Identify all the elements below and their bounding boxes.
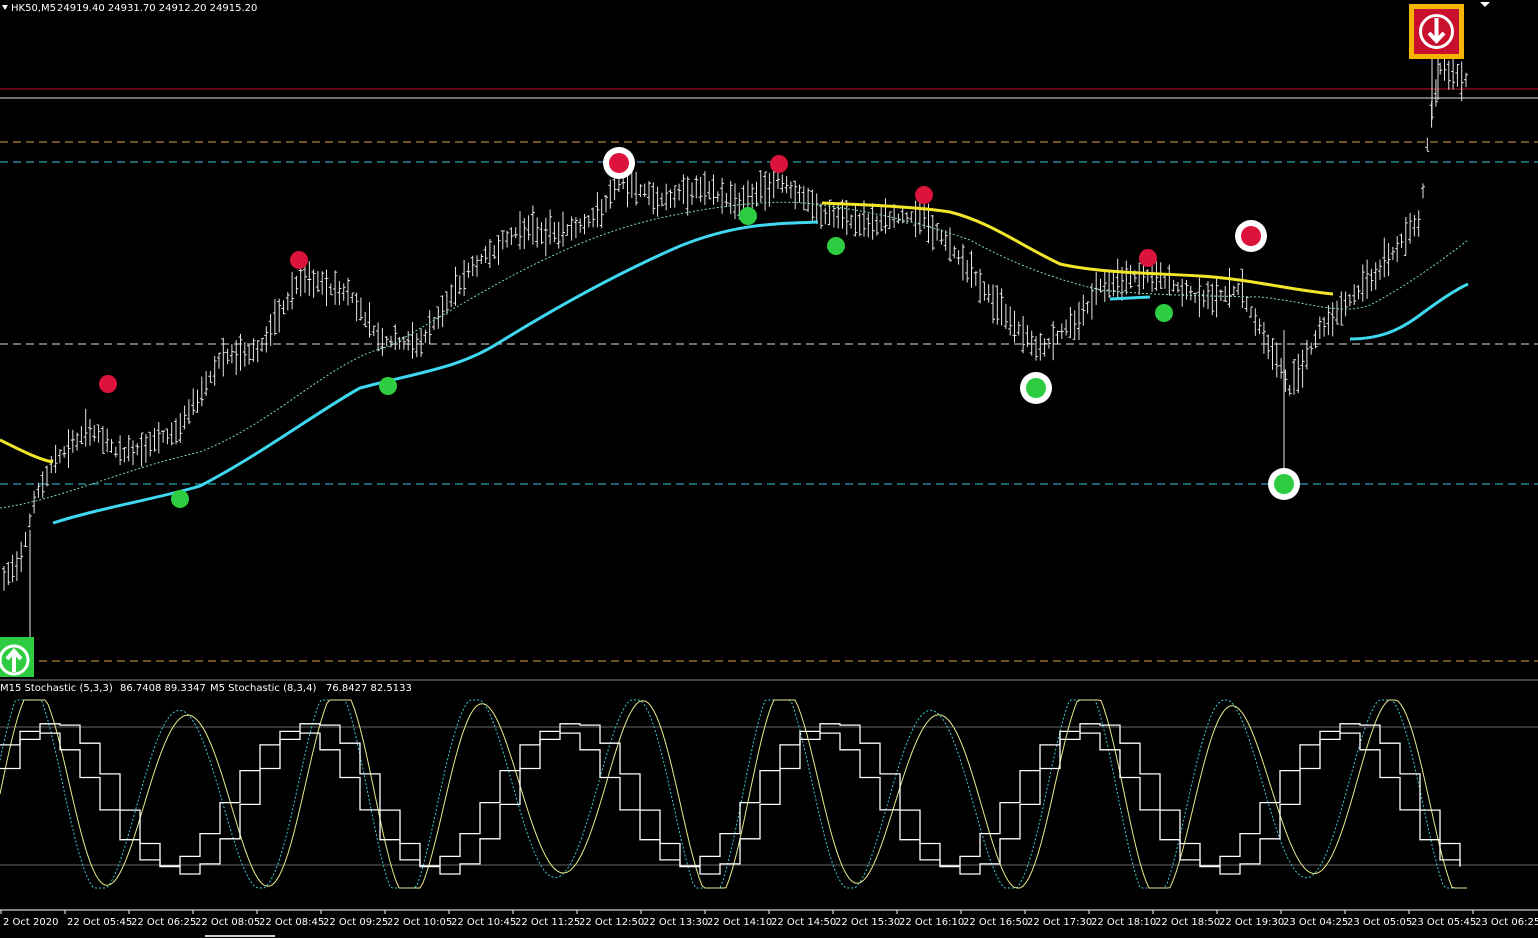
time-label: 22 Oct 14:50 xyxy=(771,917,836,928)
time-label: 22 Oct 05:45 xyxy=(67,917,132,928)
buy-signal-dot xyxy=(1155,304,1173,322)
ma-fast-cyan-seg2 xyxy=(1109,295,1151,301)
time-label: 22 Oct 15:30 xyxy=(835,917,900,928)
strong-sell-signal-core xyxy=(1241,226,1261,246)
stoch2-label: M5 Stochastic (8,3,4) xyxy=(210,683,316,694)
ohlc-readout: 24919.40 24931.70 24912.20 24915.20 xyxy=(57,3,257,14)
sell-signal-dot xyxy=(915,186,933,204)
trading-chart[interactable]: HK50,M5 24919.40 24931.70 24912.20 24915… xyxy=(0,0,1538,938)
time-label: 22 Oct 14:10 xyxy=(707,917,772,928)
buy-signal-dot xyxy=(827,237,845,255)
time-label: 22 Oct 18:10 xyxy=(1091,917,1156,928)
strong-buy-signal-core xyxy=(1026,378,1046,398)
time-label: 22 Oct 19:30 xyxy=(1219,917,1284,928)
strong-buy-signal-core xyxy=(1274,474,1294,494)
time-label: 22 Oct 13:30 xyxy=(643,917,708,928)
time-label: 22 Oct 09:25 xyxy=(323,917,388,928)
buy-signal-dot xyxy=(379,377,397,395)
time-label: 22 Oct 11:25 xyxy=(515,917,580,928)
sell-signal-dot xyxy=(1139,249,1157,267)
time-label: 22 Oct 10:05 xyxy=(387,917,452,928)
sell-signal-dot xyxy=(770,155,788,173)
time-label: 22 Oct 10:45 xyxy=(451,917,516,928)
buy-signal-dot xyxy=(171,490,189,508)
strong-sell-signal-core xyxy=(609,153,629,173)
time-label: 22 Oct 08:05 xyxy=(195,917,260,928)
sell-signal-dot xyxy=(290,251,308,269)
stoch2-values: 76.8427 82.5133 xyxy=(326,683,412,694)
stoch1-label: M15 Stochastic (5,3,3) xyxy=(0,683,113,694)
buy-arrow-box[interactable] xyxy=(0,637,34,677)
sell-arrow-box[interactable] xyxy=(1409,4,1464,59)
time-label: 23 Oct 05:05 xyxy=(1347,917,1412,928)
buy-signal-dot xyxy=(739,207,757,225)
sell-signal-dot xyxy=(99,375,117,393)
time-label: 22 Oct 16:50 xyxy=(963,917,1028,928)
time-label: 22 Oct 16:10 xyxy=(899,917,964,928)
symbol-label: HK50,M5 xyxy=(11,3,56,14)
time-label: 22 Oct 18:50 xyxy=(1155,917,1220,928)
time-label: 22 Oct 17:30 xyxy=(1027,917,1092,928)
stoch1-values: 86.7408 89.3347 xyxy=(120,683,206,694)
time-label: 23 Oct 05:45 xyxy=(1411,917,1476,928)
time-label: 22 Oct 06:25 xyxy=(131,917,196,928)
time-label: 22 Oct 08:45 xyxy=(259,917,324,928)
time-label: 23 Oct 04:25 xyxy=(1283,917,1348,928)
time-label: 23 Oct 06:25 xyxy=(1475,917,1538,928)
time-label: 2 Oct 2020 xyxy=(3,917,58,928)
time-label: 22 Oct 12:50 xyxy=(579,917,644,928)
